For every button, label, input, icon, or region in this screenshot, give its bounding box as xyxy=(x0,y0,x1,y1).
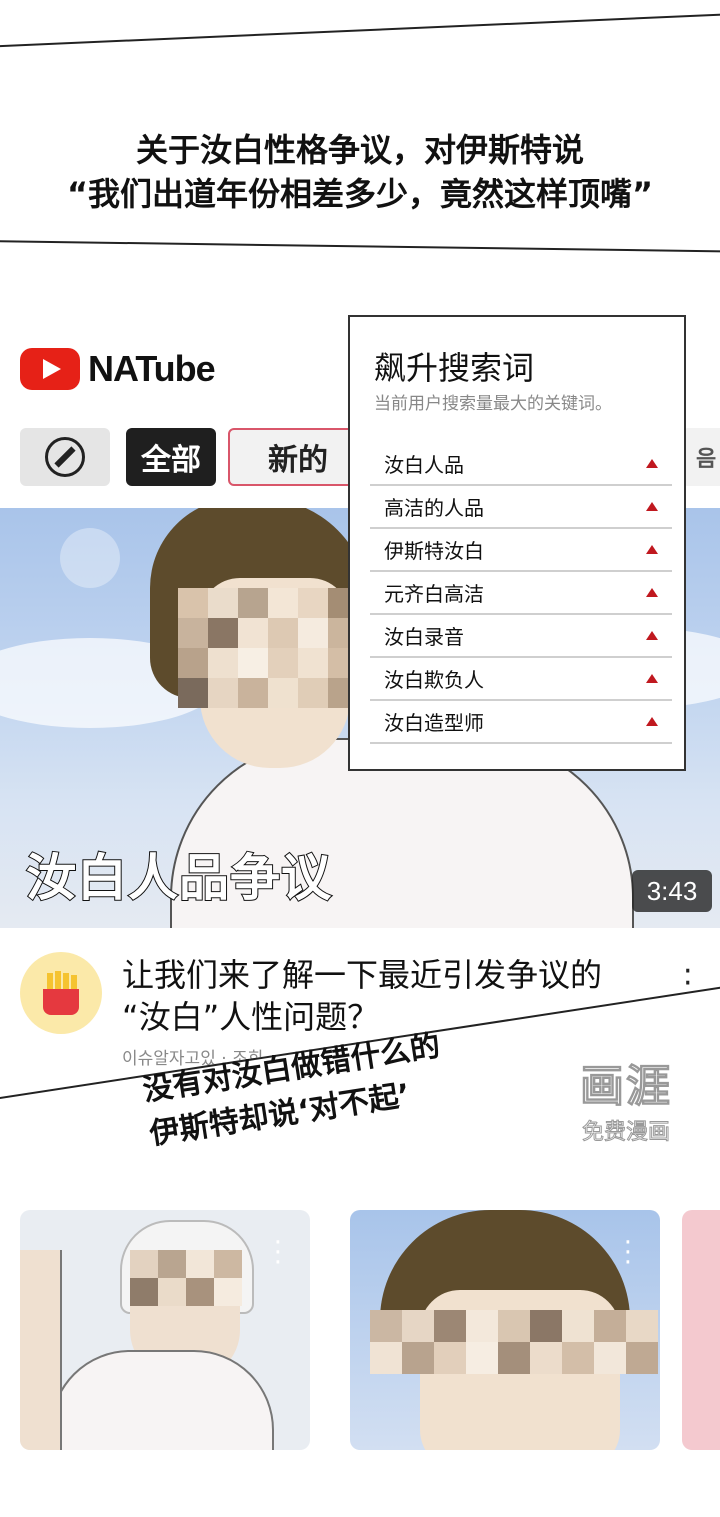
face-mosaic xyxy=(178,588,358,708)
watermark-text: 免费漫画 xyxy=(581,1120,670,1146)
card-more-icon[interactable]: · · · xyxy=(274,1230,282,1276)
compass-icon xyxy=(45,437,85,477)
trend-up-icon xyxy=(646,717,658,726)
channel-avatar[interactable] xyxy=(20,952,102,1034)
trending-item[interactable]: 汝白欺负人 xyxy=(370,658,672,701)
trend-up-icon xyxy=(646,588,658,597)
trend-up-icon xyxy=(646,545,658,554)
panel-border-top xyxy=(0,12,720,48)
chip-new[interactable]: 新的 xyxy=(228,428,368,486)
app-name: NATube xyxy=(88,348,216,389)
trending-item[interactable]: 汝白录音 xyxy=(370,615,672,658)
trending-title: 飙升搜索词 xyxy=(374,349,535,387)
youtube-play-icon xyxy=(20,348,80,390)
fries-icon xyxy=(41,971,81,1015)
panel-border-caption xyxy=(0,240,720,253)
top-caption-line2: “我们出道年份相差多少，竟然这样顶嘴” xyxy=(66,175,654,213)
top-caption: 关于汝白性格争议，对伊斯特说 “我们出道年份相差多少，竟然这样顶嘴” xyxy=(0,128,720,216)
trending-item[interactable]: 汝白人品 xyxy=(370,443,672,486)
trending-list: 汝白人品 高洁的人品 伊斯特汝白 元齐白高洁 汝白录音 汝白欺负人 汝白造型师 xyxy=(370,443,672,744)
trend-up-icon xyxy=(646,631,658,640)
watermark: 画涯 免费漫画 xyxy=(566,1050,686,1146)
video-card[interactable]: · · · xyxy=(350,1210,660,1450)
trending-popup: 飙升搜索词 当前用户搜索量最大的关键词。 汝白人品 高洁的人品 伊斯特汝白 元齐… xyxy=(348,315,686,771)
video-duration: 3:43 xyxy=(632,870,712,912)
trending-item[interactable]: 高洁的人品 xyxy=(370,486,672,529)
trending-item[interactable]: 元齐白高洁 xyxy=(370,572,672,615)
trend-up-icon xyxy=(646,459,658,468)
trending-subtitle: 当前用户搜索量最大的关键词。 xyxy=(374,394,612,414)
chip-more[interactable]: 음 xyxy=(682,428,720,486)
video-card[interactable] xyxy=(682,1210,720,1450)
chip-all[interactable]: 全部 xyxy=(126,428,216,486)
watermark-logo: 画涯 xyxy=(580,1061,672,1113)
card-more-icon[interactable]: · · · xyxy=(624,1230,632,1276)
face-mosaic xyxy=(370,1310,658,1374)
video-title-overlay: 汝白人品争议 xyxy=(25,848,332,908)
top-caption-line1: 关于汝白性格争议，对伊斯特说 xyxy=(135,131,584,169)
trend-up-icon xyxy=(646,674,658,683)
video-description-line1: 让我们来了解一下最近引发争议的 xyxy=(122,956,603,994)
video-card[interactable]: · · · xyxy=(20,1210,310,1450)
trend-up-icon xyxy=(646,502,658,511)
face-mosaic xyxy=(130,1250,242,1306)
trending-item[interactable]: 汝白造型师 xyxy=(370,701,672,744)
explore-chip[interactable] xyxy=(20,428,110,486)
trending-item[interactable]: 伊斯特汝白 xyxy=(370,529,672,572)
